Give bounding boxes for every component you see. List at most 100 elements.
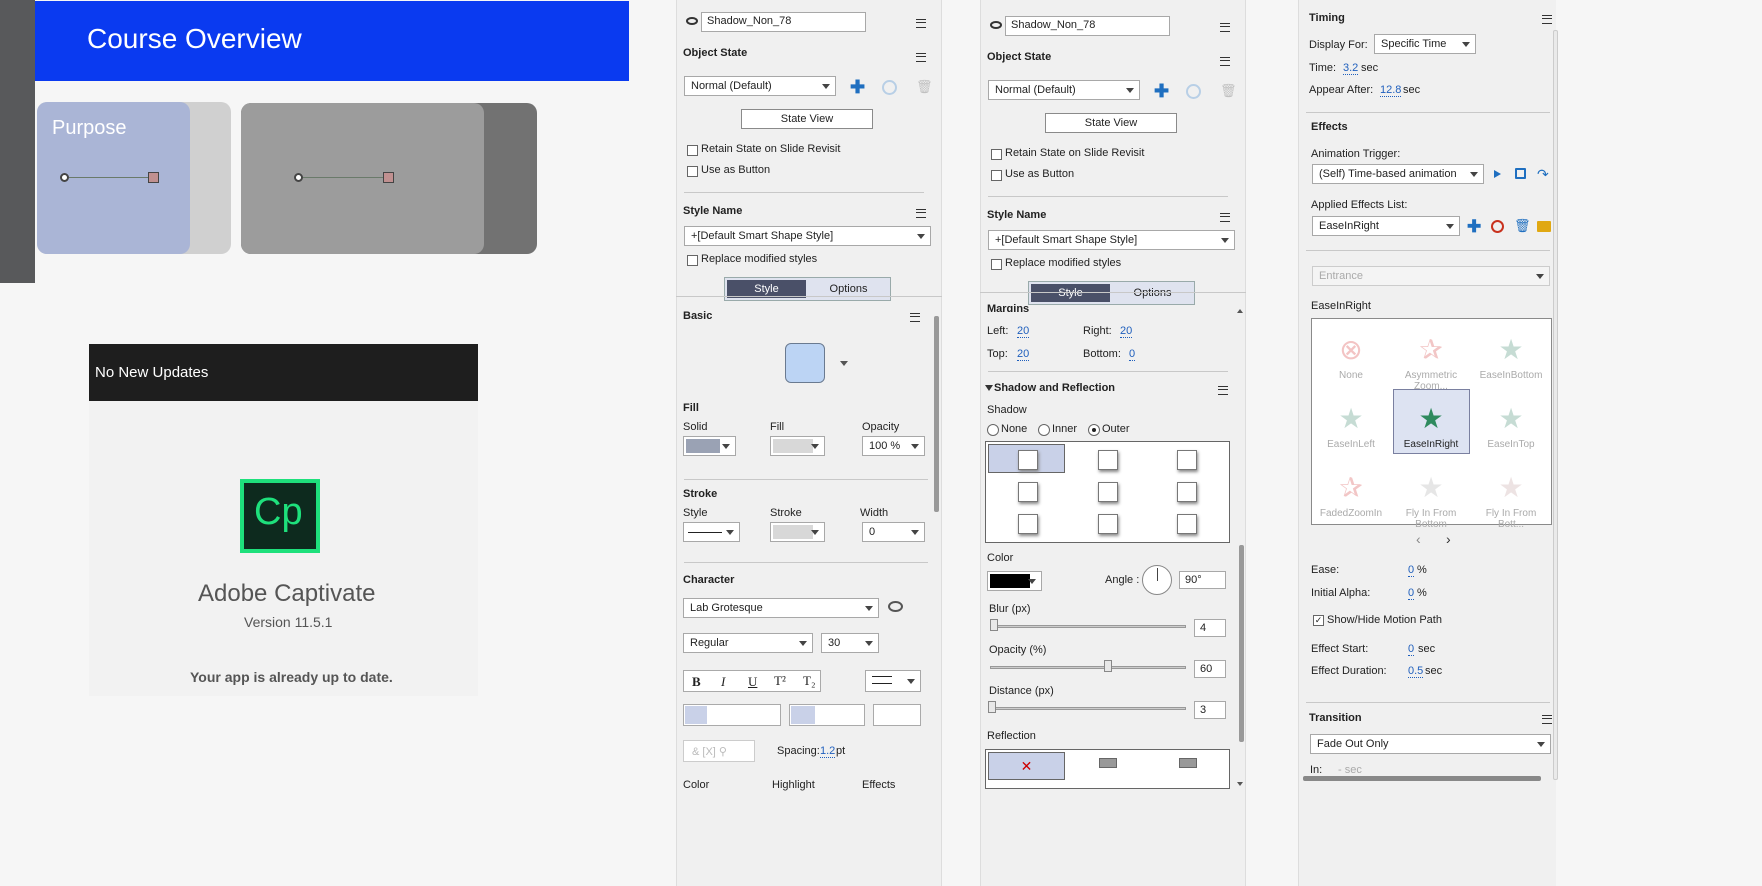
state-dropdown[interactable]: Normal (Default) bbox=[684, 76, 836, 96]
motion-start-handle-2[interactable] bbox=[294, 173, 303, 182]
display-for-dropdown[interactable]: Specific Time bbox=[1374, 34, 1476, 54]
transition-menu-icon[interactable] bbox=[1538, 714, 1552, 724]
opacity-field[interactable]: 60 bbox=[1194, 660, 1226, 678]
motion-end-handle-2[interactable] bbox=[383, 172, 394, 183]
panel-menu-icon[interactable] bbox=[912, 18, 926, 28]
shadow-preset[interactable] bbox=[1018, 514, 1038, 534]
motion-path-line[interactable] bbox=[64, 177, 154, 178]
disable-effect-icon[interactable] bbox=[1491, 220, 1504, 233]
use-button-checkbox[interactable] bbox=[991, 170, 1002, 181]
effect-duration-value[interactable]: 0.5 bbox=[1408, 665, 1424, 678]
effect-ease-in-bottom[interactable]: ★ EaseInBottom bbox=[1473, 330, 1549, 396]
timing-scrollbar[interactable] bbox=[1553, 30, 1558, 780]
retain-checkbox[interactable] bbox=[991, 149, 1002, 160]
state-view-button[interactable]: State View bbox=[741, 109, 873, 129]
stroke-width-dropdown[interactable]: 0 bbox=[862, 522, 925, 542]
state-dropdown[interactable]: Normal (Default) bbox=[988, 80, 1140, 100]
stroke-style-dropdown[interactable] bbox=[683, 522, 740, 542]
font-style-dropdown[interactable]: Regular bbox=[683, 633, 813, 653]
state-menu-icon[interactable] bbox=[912, 52, 926, 62]
slide-title[interactable]: Course Overview bbox=[87, 23, 302, 55]
state-link-icon[interactable] bbox=[1186, 84, 1201, 99]
list-dropdown[interactable] bbox=[865, 670, 921, 692]
shadow-preset[interactable] bbox=[1098, 514, 1118, 534]
eye-icon[interactable] bbox=[686, 17, 698, 25]
effect-faded-zoom-in[interactable]: ✰ FadedZoomIn bbox=[1313, 468, 1389, 534]
add-state-icon[interactable]: ✚ bbox=[850, 78, 865, 96]
right-value[interactable]: 20 bbox=[1120, 325, 1133, 338]
add-effect-icon[interactable]: ✚ bbox=[1467, 218, 1481, 235]
top-value[interactable]: 20 bbox=[1017, 348, 1030, 361]
effect-ease-in-left[interactable]: ★ EaseInLeft bbox=[1313, 399, 1389, 465]
shadow-preset[interactable] bbox=[1177, 450, 1197, 470]
style-menu-icon[interactable] bbox=[912, 208, 926, 218]
redo-icon[interactable]: ↷ bbox=[1537, 166, 1549, 183]
link-buttons[interactable]: & [X] ⚲ bbox=[683, 740, 755, 762]
motion-end-handle[interactable] bbox=[148, 172, 159, 183]
time-value[interactable]: 3.2 bbox=[1343, 62, 1359, 75]
effect-none[interactable]: ⊗ None bbox=[1313, 330, 1389, 396]
reflection-preset[interactable] bbox=[1099, 758, 1117, 768]
subscript-button[interactable]: T₂ bbox=[803, 673, 815, 689]
applied-effects-dropdown[interactable]: EaseInRight bbox=[1312, 216, 1460, 236]
timing-menu-icon[interactable] bbox=[1538, 14, 1552, 24]
motion-path-line-2[interactable] bbox=[298, 177, 390, 178]
effect-ease-in-right[interactable]: ★ EaseInRight bbox=[1393, 399, 1469, 465]
use-button-checkbox[interactable] bbox=[687, 166, 698, 177]
distance-field[interactable]: 3 bbox=[1194, 701, 1226, 719]
initial-alpha-value[interactable]: 0 bbox=[1408, 587, 1415, 600]
panel-scrollbar[interactable] bbox=[934, 316, 939, 512]
chevron-right-icon[interactable]: › bbox=[1446, 531, 1451, 547]
delete-effect-icon[interactable]: 🗑 bbox=[1514, 218, 1531, 234]
reflection-none-selected[interactable]: ✕ bbox=[988, 752, 1065, 780]
distance-slider-track[interactable] bbox=[990, 707, 1186, 710]
style-menu-icon[interactable] bbox=[1216, 212, 1230, 222]
style-dropdown[interactable]: +[Default Smart Shape Style] bbox=[988, 230, 1235, 250]
shadow-section-label[interactable]: Shadow and Reflection bbox=[994, 382, 1115, 394]
underline-button[interactable]: U bbox=[748, 674, 757, 690]
effect-asymmetric-zoom[interactable]: ✰ Asymmetric Zoom... bbox=[1393, 330, 1469, 396]
replace-styles-checkbox[interactable] bbox=[687, 255, 698, 266]
shadow-inner-radio[interactable] bbox=[1038, 424, 1050, 436]
add-state-icon[interactable]: ✚ bbox=[1154, 82, 1169, 100]
shape-preview[interactable] bbox=[785, 343, 825, 383]
shadow-preset[interactable] bbox=[1098, 482, 1118, 502]
reflection-preset[interactable] bbox=[1179, 758, 1197, 768]
play-icon[interactable] bbox=[1494, 170, 1501, 178]
purpose-text[interactable]: Purpose bbox=[52, 117, 127, 140]
distance-slider-thumb[interactable] bbox=[988, 701, 996, 713]
retain-checkbox[interactable] bbox=[687, 145, 698, 156]
angle-field[interactable]: 90° bbox=[1179, 571, 1226, 589]
motion-path-checkbox[interactable]: ✓ bbox=[1313, 615, 1324, 626]
trigger-dropdown[interactable]: (Self) Time-based animation bbox=[1312, 164, 1484, 184]
blur-slider-track[interactable] bbox=[990, 625, 1186, 628]
state-link-icon[interactable] bbox=[882, 80, 897, 95]
shadow-preset[interactable] bbox=[1018, 450, 1038, 470]
effect-ease-in-top[interactable]: ★ EaseInTop bbox=[1473, 399, 1549, 465]
shadow-preset[interactable] bbox=[1177, 514, 1197, 534]
ease-value[interactable]: 0 bbox=[1408, 564, 1415, 577]
fill-opacity-dropdown[interactable]: 100 % bbox=[862, 436, 925, 456]
motion-start-handle[interactable] bbox=[60, 173, 69, 182]
chevron-down-icon[interactable] bbox=[840, 361, 848, 366]
replace-styles-checkbox[interactable] bbox=[991, 259, 1002, 270]
bottom-value[interactable]: 0 bbox=[1129, 348, 1136, 361]
appear-after-value[interactable]: 12.8 bbox=[1380, 84, 1402, 97]
opacity-slider-thumb[interactable] bbox=[1104, 660, 1112, 672]
indent-buttons[interactable] bbox=[873, 704, 921, 726]
chevron-left-icon[interactable]: ‹ bbox=[1416, 531, 1421, 547]
effect-fly-in-bottom-2[interactable]: ★ Fly In From Bott... bbox=[1473, 468, 1549, 534]
panel-scrollbar[interactable] bbox=[1239, 545, 1244, 742]
panel-menu-icon[interactable] bbox=[1216, 22, 1230, 32]
fill-type-swatch[interactable] bbox=[683, 436, 736, 456]
state-menu-icon[interactable] bbox=[1216, 56, 1230, 66]
blur-slider-thumb[interactable] bbox=[990, 619, 998, 631]
left-value[interactable]: 20 bbox=[1017, 325, 1030, 338]
spacing-value[interactable]: 1.2 bbox=[820, 745, 836, 758]
shadow-preset[interactable] bbox=[1018, 482, 1038, 502]
transition-dropdown[interactable]: Fade Out Only bbox=[1310, 734, 1551, 754]
font-link-icon[interactable] bbox=[888, 601, 903, 612]
superscript-button[interactable]: T² bbox=[774, 673, 786, 689]
effect-category-dropdown[interactable]: Entrance bbox=[1312, 266, 1550, 286]
font-size-dropdown[interactable]: 30 bbox=[821, 633, 879, 653]
